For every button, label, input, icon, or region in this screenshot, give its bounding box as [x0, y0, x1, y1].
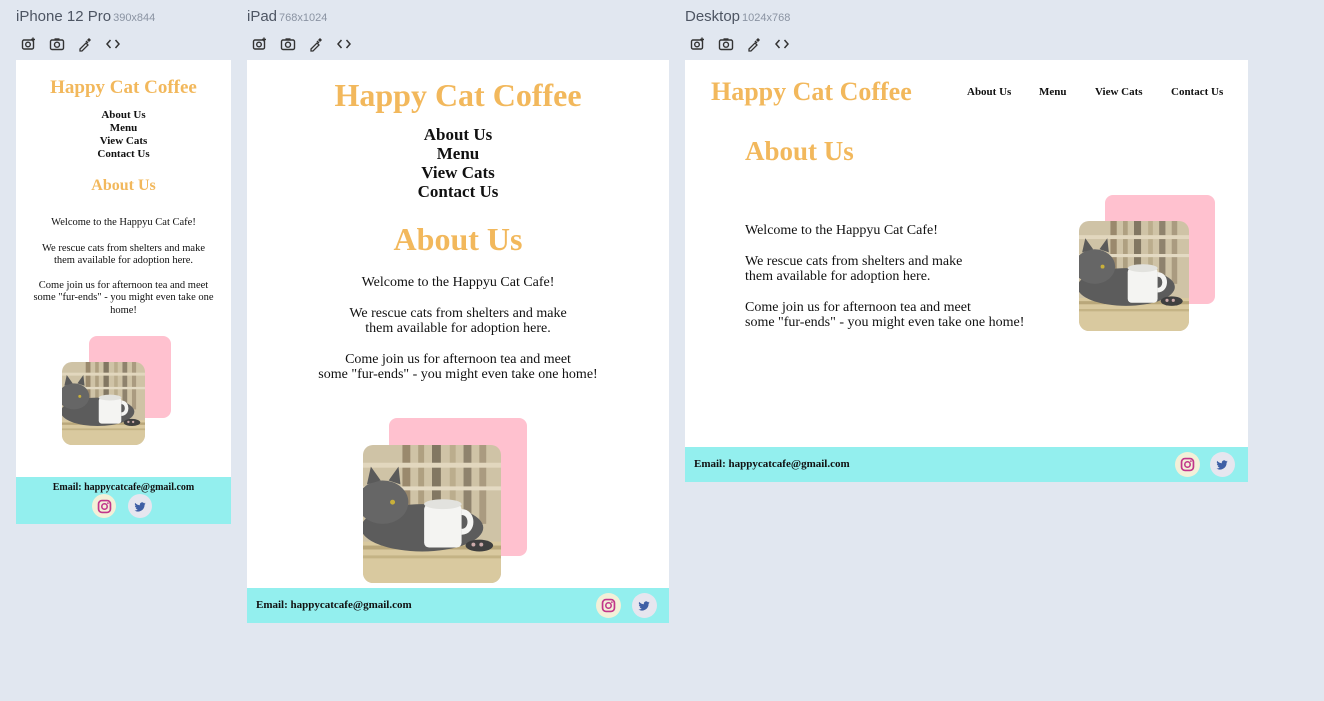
cat-photo [62, 362, 145, 445]
footer-email[interactable]: Email: happycatcafe@gmail.com [16, 482, 231, 493]
eyedropper-icon[interactable] [307, 35, 325, 53]
camera-plus-icon[interactable] [251, 35, 269, 53]
instagram-icon[interactable] [1175, 452, 1200, 477]
nav-menu[interactable]: Menu [16, 122, 231, 135]
code-icon[interactable] [773, 35, 791, 53]
site-footer: Email: happycatcafe@gmail.com [16, 477, 231, 524]
device-size: 768x1024 [279, 12, 328, 24]
nav-contact-us[interactable]: Contact Us [247, 182, 669, 201]
device-frame: Happy Cat Coffee About Us Menu View Cats… [247, 60, 669, 623]
nav-view-cats[interactable]: View Cats [247, 163, 669, 182]
nav-about-us[interactable]: About Us [16, 109, 231, 122]
nav-view-cats[interactable]: View Cats [16, 135, 231, 148]
join-line: home! [110, 304, 137, 316]
about-text: Welcome to the Happyu Cat Cafe! We rescu… [745, 223, 1024, 331]
device-toolbar [20, 35, 122, 53]
camera-icon[interactable] [279, 35, 297, 53]
device-name: iPhone 12 Pro [16, 8, 112, 25]
device-header: iPhone 12 Pro 390x844 [16, 8, 155, 26]
nav-about-us[interactable]: About Us [247, 125, 669, 144]
twitter-icon[interactable] [1210, 452, 1235, 477]
cat-photo [1079, 221, 1189, 331]
twitter-icon[interactable] [128, 494, 152, 518]
site-brand[interactable]: Happy Cat Coffee [16, 77, 231, 99]
device-size: 390x844 [113, 12, 156, 24]
about-heading: About Us [745, 136, 854, 166]
camera-plus-icon[interactable] [689, 35, 707, 53]
site-nav: About Us Menu View Cats Contact Us [16, 109, 231, 161]
device-name: Desktop [685, 8, 741, 25]
join-line: Come join us for afternoon tea and meet [38, 279, 209, 291]
nav-menu[interactable]: Menu [247, 144, 669, 163]
welcome-line: Welcome to the Happyu Cat Cafe! [745, 223, 938, 238]
join-line: some "fur-ends" - you might even take on… [318, 367, 598, 382]
rescue-line: them available for adoption here. [365, 321, 551, 336]
welcome-line: Welcome to the Happyu Cat Cafe! [51, 217, 196, 228]
instagram-icon[interactable] [92, 494, 116, 518]
nav-about-us[interactable]: About Us [967, 86, 1039, 98]
camera-plus-icon[interactable] [20, 35, 38, 53]
camera-icon[interactable] [48, 35, 66, 53]
nav-view-cats[interactable]: View Cats [1095, 86, 1171, 98]
site-footer: Email: happycatcafe@gmail.com [685, 447, 1248, 482]
footer-email[interactable]: Email: happycatcafe@gmail.com [256, 599, 412, 611]
rescue-line: We rescue cats from shelters and make [349, 305, 567, 321]
site-nav: About Us Menu View Cats Contact Us [247, 125, 669, 201]
rescue-line: them available for adoption here. [745, 269, 931, 284]
twitter-icon[interactable] [632, 593, 657, 618]
device-toolbar [689, 35, 791, 53]
camera-icon[interactable] [717, 35, 735, 53]
nav-contact-us[interactable]: Contact Us [1171, 86, 1223, 98]
eyedropper-icon[interactable] [76, 35, 94, 53]
device-header: Desktop 1024x768 [685, 8, 790, 26]
code-icon[interactable] [335, 35, 353, 53]
cat-photo [363, 445, 501, 583]
instagram-icon[interactable] [596, 593, 621, 618]
rescue-line: We rescue cats from shelters and make [41, 242, 205, 254]
device-name: iPad [247, 8, 278, 25]
device-frame: Happy Cat Coffee About Us Menu View Cats… [16, 60, 231, 524]
join-line: some "fur-ends" - you might even take on… [33, 292, 214, 303]
welcome-line: Welcome to the Happyu Cat Cafe! [361, 275, 555, 290]
footer-email[interactable]: Email: happycatcafe@gmail.com [694, 458, 850, 470]
join-line: Come join us for afternoon tea and meet [345, 351, 571, 367]
about-heading: About Us [393, 221, 523, 257]
device-toolbar [251, 35, 353, 53]
join-line: some "fur-ends" - you might even take on… [745, 315, 1025, 330]
nav-menu[interactable]: Menu [1039, 86, 1095, 98]
about-text: Welcome to the Happyu Cat Cafe! We rescu… [16, 217, 231, 317]
rescue-line: We rescue cats from shelters and make [745, 253, 963, 269]
about-text: Welcome to the Happyu Cat Cafe! We rescu… [247, 275, 669, 383]
rescue-line: them available for adoption here. [53, 255, 194, 266]
site-brand[interactable]: Happy Cat Coffee [247, 77, 669, 114]
site-nav: About Us Menu View Cats Contact Us [967, 86, 1223, 98]
join-line: Come join us for afternoon tea and meet [745, 299, 971, 315]
eyedropper-icon[interactable] [745, 35, 763, 53]
about-heading: About Us [91, 177, 156, 194]
device-size: 1024x768 [742, 12, 791, 24]
device-header: iPad 768x1024 [247, 8, 327, 26]
nav-contact-us[interactable]: Contact Us [16, 148, 231, 161]
device-frame: Happy Cat Coffee About Us Menu View Cats… [685, 60, 1248, 482]
site-footer: Email: happycatcafe@gmail.com [247, 588, 669, 623]
site-brand[interactable]: Happy Cat Coffee [711, 77, 912, 107]
code-icon[interactable] [104, 35, 122, 53]
